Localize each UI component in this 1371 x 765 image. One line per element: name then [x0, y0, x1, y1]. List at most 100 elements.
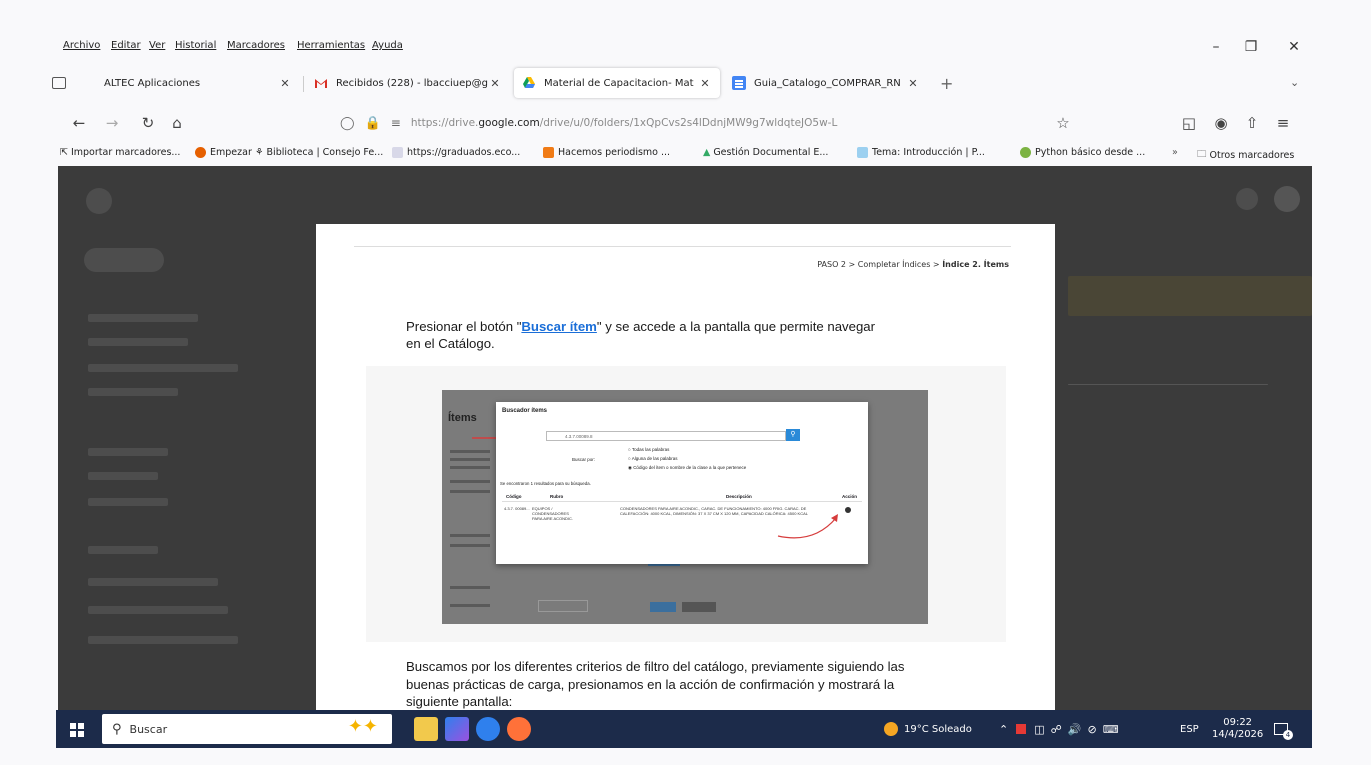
- menu-ayuda[interactable]: Ayuda: [372, 40, 403, 51]
- search-field[interactable]: 4.3.7.00089.8: [546, 431, 786, 441]
- buscar-item-link[interactable]: Buscar ítem: [521, 319, 597, 334]
- ghost-nav: [88, 448, 168, 456]
- buscador-items-modal: Buscador ítems 4.3.7.00089.8 ⚲ Buscar po…: [496, 402, 868, 564]
- mute-icon[interactable]: ⊘: [1087, 723, 1096, 736]
- file-explorer-icon[interactable]: [414, 717, 438, 741]
- clock[interactable]: 09:22 14/4/2026: [1212, 710, 1263, 748]
- header-rule: [354, 246, 1011, 247]
- buscar-por-label: Buscar por:: [572, 457, 596, 462]
- close-tab-icon[interactable]: ✕: [698, 77, 712, 90]
- option-codigo[interactable]: ◉ Código del ítem o nombre de la clase a…: [628, 465, 746, 471]
- bookmark-import[interactable]: ⇱ Importar marcadores...: [60, 147, 180, 158]
- site-icon: [392, 147, 403, 158]
- restore-icon[interactable]: ❐: [1236, 36, 1266, 58]
- menu-archivo[interactable]: Archivo: [63, 40, 100, 51]
- app-tray-icon[interactable]: [1016, 724, 1027, 734]
- chevron-down-icon[interactable]: ⌄: [1290, 76, 1299, 89]
- browser-icon[interactable]: [476, 717, 500, 741]
- notifications-icon[interactable]: 4: [1274, 710, 1298, 748]
- option-alguna[interactable]: ○ Alguna de las palabras: [628, 456, 678, 461]
- ghost-avatar: [1274, 186, 1300, 212]
- tab-gmail[interactable]: Recibidos (228) - lbacciuep@g ✕: [306, 68, 510, 98]
- close-tab-icon[interactable]: ✕: [906, 77, 920, 90]
- ghost-avatar: [1236, 188, 1258, 210]
- confirm-action-icon[interactable]: [845, 507, 851, 513]
- windows-start-icon[interactable]: [70, 722, 84, 737]
- new-tab-icon[interactable]: +: [940, 74, 953, 93]
- bookmark-otros[interactable]: 🗀 Otros marcadores: [1197, 147, 1294, 163]
- bg-input: [538, 600, 588, 612]
- close-window-icon[interactable]: ✕: [1279, 36, 1309, 58]
- docs-icon: [732, 76, 746, 90]
- modal-title: Buscador ítems: [502, 408, 548, 414]
- firefox-icon[interactable]: [507, 717, 531, 741]
- tab-overview-icon[interactable]: [52, 77, 66, 89]
- account-icon[interactable]: ◉: [1210, 112, 1232, 134]
- bookmark-star-icon[interactable]: ☆: [1052, 112, 1074, 134]
- close-tab-icon[interactable]: ✕: [488, 77, 502, 90]
- bookmark-tema[interactable]: Tema: Introducción | P...: [857, 147, 985, 158]
- language-indicator[interactable]: ESP: [1180, 710, 1199, 748]
- tab-docs[interactable]: Guia_Catalogo_COMPRAR_RN ✕: [724, 68, 928, 98]
- minimize-icon[interactable]: –: [1201, 36, 1231, 58]
- embedded-screenshot: Ítems Buscador ítems 4.3.7.00089.8 ⚲ Bus…: [442, 390, 928, 624]
- back-icon[interactable]: ←: [68, 112, 90, 134]
- shield-icon[interactable]: ◯: [340, 116, 355, 131]
- keyboard-icon[interactable]: ⌨: [1103, 723, 1119, 736]
- col-codigo: Código: [506, 494, 522, 499]
- extensions-icon[interactable]: ⇧: [1241, 112, 1263, 134]
- ghost-line: [1068, 384, 1268, 385]
- lock-icon[interactable]: 🔒: [365, 116, 381, 131]
- ghost-nav: [88, 578, 218, 586]
- bookmark-graduados[interactable]: https://graduados.eco...: [392, 147, 520, 158]
- volume-icon[interactable]: 🔊: [1068, 723, 1082, 736]
- taskbar-search[interactable]: ⚲ Buscar ✦✦: [102, 714, 392, 744]
- weather-widget[interactable]: 19°C Soleado: [884, 710, 972, 748]
- bookmark-empezar[interactable]: Empezar: [195, 147, 252, 158]
- bg-text-lines: [450, 586, 490, 589]
- bookmark-python[interactable]: Python básico desde ...: [1020, 147, 1145, 158]
- reload-icon[interactable]: ↻: [137, 112, 159, 134]
- tab-bar: ALTEC Aplicaciones ✕ Recibidos (228) - l…: [0, 64, 1371, 102]
- home-icon[interactable]: ⌂: [166, 112, 188, 134]
- tab-drive[interactable]: Material de Capacitacion- Mat ✕: [514, 68, 720, 98]
- description-paragraph: Buscamos por los diferentes criterios de…: [406, 659, 905, 709]
- tab-label: Material de Capacitacion- Mat: [544, 77, 694, 89]
- close-tab-icon[interactable]: ✕: [278, 77, 292, 90]
- more-bookmarks-icon[interactable]: »: [1172, 147, 1178, 158]
- menu-ver[interactable]: Ver: [149, 40, 165, 51]
- menu-icon[interactable]: ≡: [1272, 112, 1294, 134]
- bookmark-gestion[interactable]: ▲ Gestión Documental E...: [703, 147, 828, 158]
- chevron-up-icon[interactable]: ⌃: [999, 723, 1008, 736]
- document-page: PASO 2 > Completar Índices > Índice 2. Í…: [316, 224, 1055, 714]
- results-note: Se encontraron 1 resultados para su búsq…: [500, 481, 591, 486]
- tray-icons[interactable]: ⌃ ◫ ☍ 🔊 ⊘ ⌨: [999, 710, 1127, 748]
- forward-icon[interactable]: →: [101, 112, 123, 134]
- sun-icon: [884, 722, 898, 736]
- bg-title: Ítems: [448, 412, 477, 424]
- search-icon[interactable]: ⚲: [786, 429, 800, 441]
- cell-code: 4.3.7. 00089...: [504, 506, 530, 511]
- menu-editar[interactable]: Editar: [111, 40, 141, 51]
- ghost-nav: [88, 472, 158, 480]
- ghost-nav: [88, 338, 188, 346]
- bookmark-periodismo[interactable]: Hacemos periodismo ...: [543, 147, 670, 158]
- option-todas[interactable]: ○ Todas las palabras: [628, 447, 669, 452]
- url-domain: google.com: [478, 117, 540, 129]
- tab-altec[interactable]: ALTEC Aplicaciones ✕: [96, 68, 300, 98]
- permissions-icon[interactable]: ≡: [391, 116, 401, 130]
- ghost-nav: [88, 364, 238, 372]
- menu-herramientas[interactable]: Herramientas: [297, 40, 365, 51]
- tab-label: ALTEC Aplicaciones: [104, 77, 201, 89]
- menu-marcadores[interactable]: Marcadores: [227, 40, 285, 51]
- menu-historial[interactable]: Historial: [175, 40, 216, 51]
- ghost-nav: [88, 388, 178, 396]
- bookmark-biblioteca[interactable]: ⚘ Biblioteca | Consejo Fe...: [255, 147, 383, 158]
- pocket-icon[interactable]: ◱: [1178, 112, 1200, 134]
- url-bar[interactable]: ◯ 🔒 ≡ https://drive. google.com/drive/u/0…: [340, 109, 1070, 137]
- tab-label: Guia_Catalogo_COMPRAR_RN: [754, 77, 901, 89]
- device-icon[interactable]: ◫: [1034, 723, 1044, 736]
- app-icon[interactable]: [445, 717, 469, 741]
- network-icon[interactable]: ☍: [1051, 723, 1062, 736]
- site-icon: ▲: [703, 147, 711, 158]
